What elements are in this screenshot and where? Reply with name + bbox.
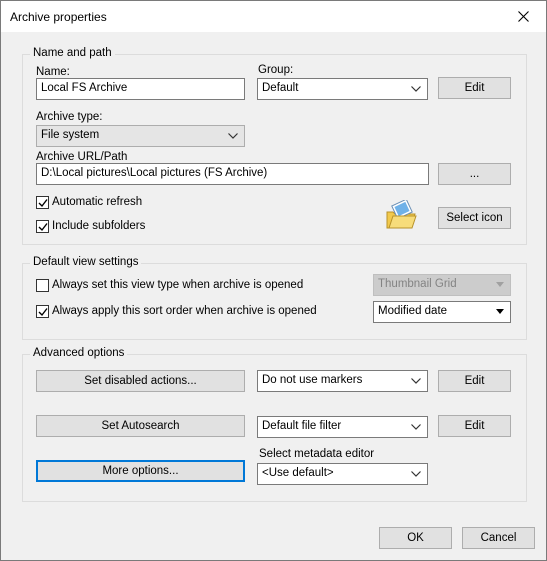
include-subfolders-checkbox[interactable]	[36, 220, 49, 233]
close-icon	[517, 11, 529, 22]
ok-button[interactable]: OK	[379, 527, 452, 549]
archive-url-label: Archive URL/Path	[36, 151, 128, 163]
metadata-editor-label: Select metadata editor	[259, 448, 375, 460]
checkmark-icon	[38, 223, 48, 232]
chevron-down-icon	[411, 424, 421, 430]
archive-type-select[interactable]: File system	[36, 125, 245, 147]
sort-order-value: Modified date	[378, 305, 448, 317]
close-button[interactable]	[500, 1, 546, 32]
markers-edit-button[interactable]: Edit	[438, 370, 511, 392]
archive-type-label: Archive type:	[36, 111, 103, 123]
cancel-button[interactable]: Cancel	[462, 527, 535, 549]
chevron-down-icon	[411, 86, 421, 92]
archive-icon-preview	[385, 198, 417, 232]
chevron-down-icon	[496, 282, 504, 287]
group-select[interactable]: Default	[257, 78, 428, 100]
group-edit-button[interactable]: Edit	[438, 77, 511, 99]
chevron-down-icon	[411, 378, 421, 384]
default-view-legend: Default view settings	[30, 256, 142, 268]
checkmark-icon	[38, 308, 48, 317]
markers-select[interactable]: Do not use markers	[257, 370, 428, 392]
file-filter-value: Default file filter	[262, 420, 342, 432]
more-options-button[interactable]: More options...	[36, 460, 245, 482]
archive-url-field[interactable]: D:\Local pictures\Local pictures (FS Arc…	[36, 163, 429, 185]
include-subfolders-label: Include subfolders	[52, 220, 146, 232]
sort-order-label: Always apply this sort order when archiv…	[52, 305, 317, 317]
group-select-value: Default	[262, 82, 299, 94]
group-label: Group:	[258, 64, 294, 76]
title-bar: Archive properties	[1, 1, 546, 32]
select-icon-button[interactable]: Select icon	[438, 207, 511, 229]
chevron-down-icon	[411, 471, 421, 477]
view-type-value: Thumbnail Grid	[378, 278, 457, 290]
archive-type-value: File system	[41, 129, 100, 141]
automatic-refresh-label: Automatic refresh	[52, 196, 143, 208]
sort-order-select[interactable]: Modified date	[373, 301, 511, 323]
file-filter-edit-button[interactable]: Edit	[438, 415, 511, 437]
name-and-path-legend: Name and path	[30, 47, 115, 59]
sort-order-checkbox[interactable]	[36, 305, 49, 318]
metadata-editor-value: <Use default>	[262, 467, 334, 479]
chevron-down-icon	[496, 309, 504, 314]
view-type-label: Always set this view type when archive i…	[52, 279, 304, 291]
browse-button[interactable]: ...	[438, 163, 511, 185]
metadata-editor-select[interactable]: <Use default>	[257, 463, 428, 485]
view-type-checkbox[interactable]	[36, 279, 49, 292]
file-filter-select[interactable]: Default file filter	[257, 416, 428, 438]
name-label: Name:	[36, 66, 70, 78]
chevron-down-icon	[228, 133, 238, 139]
set-autosearch-button[interactable]: Set Autosearch	[36, 415, 245, 437]
checkmark-icon	[38, 199, 48, 208]
name-field[interactable]: Local FS Archive	[36, 78, 245, 100]
view-type-select[interactable]: Thumbnail Grid	[373, 274, 511, 296]
archive-properties-dialog: Archive properties Name and path Name: L…	[0, 0, 547, 561]
automatic-refresh-checkbox[interactable]	[36, 196, 49, 209]
advanced-options-legend: Advanced options	[30, 347, 128, 359]
dialog-title: Archive properties	[10, 10, 107, 24]
markers-value: Do not use markers	[262, 374, 363, 386]
set-disabled-actions-button[interactable]: Set disabled actions...	[36, 370, 245, 392]
folder-picture-icon	[386, 198, 417, 229]
